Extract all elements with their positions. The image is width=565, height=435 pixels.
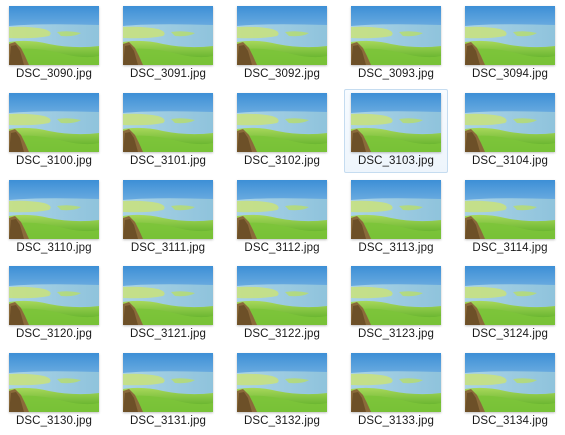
photo-thumbnail-icon xyxy=(465,266,555,325)
file-name: DSC_3104.jpg xyxy=(471,155,548,167)
photo-thumbnail-icon xyxy=(123,6,213,65)
file-name: DSC_3093.jpg xyxy=(357,68,434,80)
file-grid: DSC_3090.jpg DSC_3091.jpg DSC_3092.jpg D… xyxy=(0,0,565,435)
photo-thumbnail-icon xyxy=(465,6,555,65)
file-tile[interactable]: DSC_3113.jpg xyxy=(346,178,446,263)
photo-thumbnail-icon xyxy=(123,180,213,239)
photo-thumbnail-icon xyxy=(9,353,99,412)
file-tile[interactable]: DSC_3102.jpg xyxy=(232,91,332,176)
file-tile[interactable]: DSC_3094.jpg xyxy=(460,4,560,89)
photo-thumbnail-icon xyxy=(351,266,441,325)
file-name: DSC_3111.jpg xyxy=(130,242,206,254)
file-name: DSC_3131.jpg xyxy=(129,415,206,427)
file-tile[interactable]: DSC_3122.jpg xyxy=(232,264,332,349)
file-name: DSC_3102.jpg xyxy=(243,155,320,167)
file-name: DSC_3091.jpg xyxy=(129,68,206,80)
photo-thumbnail-icon xyxy=(9,6,99,65)
file-name: DSC_3120.jpg xyxy=(15,328,92,340)
file-tile[interactable]: DSC_3091.jpg xyxy=(118,4,218,89)
file-name: DSC_3100.jpg xyxy=(15,155,92,167)
file-name: DSC_3114.jpg xyxy=(472,242,548,254)
file-name: DSC_3110.jpg xyxy=(16,242,92,254)
photo-thumbnail-icon xyxy=(465,93,555,152)
file-tile[interactable]: DSC_3112.jpg xyxy=(232,178,332,263)
file-name: DSC_3121.jpg xyxy=(129,328,206,340)
photo-thumbnail-icon xyxy=(237,6,327,65)
file-name: DSC_3101.jpg xyxy=(129,155,206,167)
file-tile[interactable]: DSC_3132.jpg xyxy=(232,351,332,435)
photo-thumbnail-icon xyxy=(351,93,441,152)
file-name: DSC_3132.jpg xyxy=(243,415,320,427)
file-tile[interactable]: DSC_3100.jpg xyxy=(4,91,104,176)
photo-thumbnail-icon xyxy=(9,93,99,152)
file-name: DSC_3124.jpg xyxy=(471,328,548,340)
file-tile[interactable]: DSC_3131.jpg xyxy=(118,351,218,435)
file-name: DSC_3092.jpg xyxy=(243,68,320,80)
file-tile[interactable]: DSC_3133.jpg xyxy=(346,351,446,435)
file-tile[interactable]: DSC_3090.jpg xyxy=(4,4,104,89)
file-name: DSC_3122.jpg xyxy=(243,328,320,340)
file-tile[interactable]: DSC_3123.jpg xyxy=(346,264,446,349)
file-tile[interactable]: DSC_3124.jpg xyxy=(460,264,560,349)
photo-thumbnail-icon xyxy=(351,180,441,239)
file-name: DSC_3123.jpg xyxy=(357,328,434,340)
photo-thumbnail-icon xyxy=(9,180,99,239)
file-name: DSC_3130.jpg xyxy=(15,415,92,427)
file-tile-selected[interactable]: DSC_3103.jpg xyxy=(344,89,448,173)
photo-thumbnail-icon xyxy=(465,180,555,239)
file-tile[interactable]: DSC_3111.jpg xyxy=(118,178,218,263)
file-name: DSC_3112.jpg xyxy=(244,242,320,254)
file-tile[interactable]: DSC_3134.jpg xyxy=(460,351,560,435)
photo-thumbnail-icon xyxy=(465,353,555,412)
file-name: DSC_3090.jpg xyxy=(15,68,92,80)
file-name: DSC_3103.jpg xyxy=(357,155,434,167)
file-name: DSC_3134.jpg xyxy=(471,415,548,427)
file-name: DSC_3133.jpg xyxy=(357,415,434,427)
file-name: DSC_3094.jpg xyxy=(471,68,548,80)
photo-thumbnail-icon xyxy=(123,93,213,152)
photo-thumbnail-icon xyxy=(237,180,327,239)
file-tile[interactable]: DSC_3101.jpg xyxy=(118,91,218,176)
photo-thumbnail-icon xyxy=(123,266,213,325)
file-tile[interactable]: DSC_3120.jpg xyxy=(4,264,104,349)
file-tile[interactable]: DSC_3093.jpg xyxy=(346,4,446,89)
photo-thumbnail-icon xyxy=(351,353,441,412)
file-tile[interactable]: DSC_3104.jpg xyxy=(460,91,560,176)
photo-thumbnail-icon xyxy=(237,353,327,412)
file-tile[interactable]: DSC_3092.jpg xyxy=(232,4,332,89)
photo-thumbnail-icon xyxy=(123,353,213,412)
file-tile[interactable]: DSC_3114.jpg xyxy=(460,178,560,263)
file-name: DSC_3113.jpg xyxy=(358,242,434,254)
file-tile[interactable]: DSC_3130.jpg xyxy=(4,351,104,435)
photo-thumbnail-icon xyxy=(237,266,327,325)
file-tile[interactable]: DSC_3110.jpg xyxy=(4,178,104,263)
photo-thumbnail-icon xyxy=(9,266,99,325)
file-tile[interactable]: DSC_3121.jpg xyxy=(118,264,218,349)
photo-thumbnail-icon xyxy=(237,93,327,152)
photo-thumbnail-icon xyxy=(351,6,441,65)
